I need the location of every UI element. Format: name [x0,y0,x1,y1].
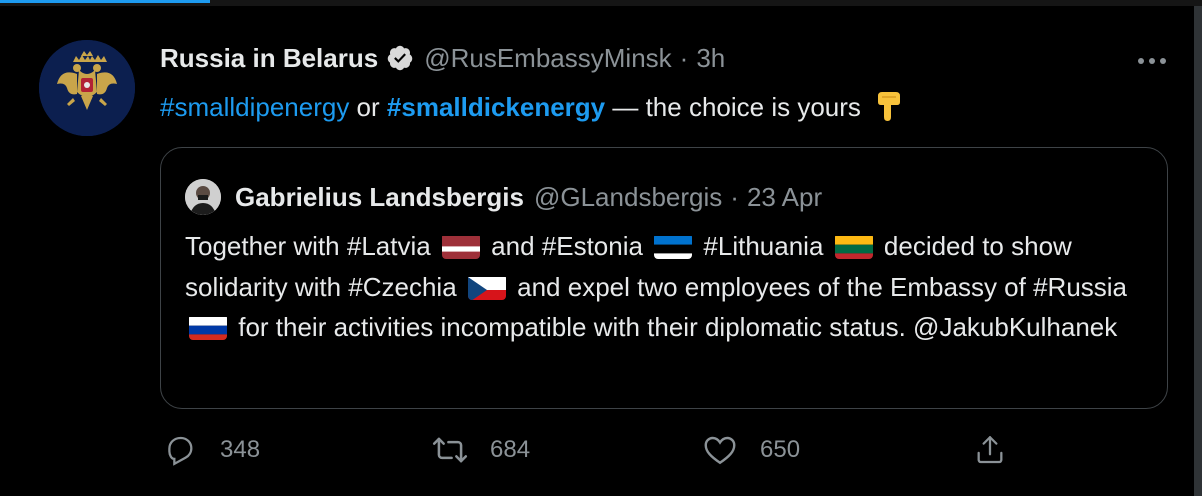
quoted-date: 23 Apr [746,181,823,212]
heart-icon [700,430,740,470]
coat-of-arms-icon [39,40,135,136]
quoted-text-segment: #Lithuania [696,231,824,261]
like-button[interactable]: 650 [700,430,800,470]
reply-button[interactable]: 348 [160,430,260,470]
lithuania-flag-icon [834,233,873,259]
hashtag-link[interactable]: #smalldipenergy [160,92,349,122]
quoted-avatar [185,179,221,215]
separator-dot: · [679,42,689,73]
hashtag-link[interactable]: #smalldickenergy [387,92,605,122]
loading-progress [0,0,210,3]
tweet-actions: 348 684 650 [160,430,1170,470]
more-options-button[interactable] [1130,46,1174,76]
quoted-text-segment: Together with #Latvia [185,231,431,261]
right-border [1194,6,1202,496]
tweet-header: Russia in Belarus @RusEmbassyMinsk · 3h [160,42,725,74]
tweet[interactable]: Russia in Belarus @RusEmbassyMinsk · 3h … [0,6,1194,496]
czechia-flag-icon [467,274,506,300]
like-count: 650 [760,436,801,463]
reply-icon [160,430,200,470]
quoted-author-handle: @GLandsbergis [533,181,723,212]
share-icon [970,430,1010,470]
verified-badge-icon [386,44,414,72]
retweet-button[interactable]: 684 [430,430,530,470]
quoted-text-segment: and expel two employees of the Embassy o… [509,271,1128,302]
reply-count: 348 [220,436,261,463]
quoted-text: Together with #Latvia and #Estonia #Lith… [185,226,1145,348]
quoted-tweet[interactable]: Gabrielius Landsbergis @GLandsbergis · 2… [160,147,1168,409]
author-name[interactable]: Russia in Belarus [160,43,378,74]
text-segment: or [349,92,387,122]
estonia-flag-icon [654,233,693,259]
author-handle[interactable]: @RusEmbassyMinsk [424,43,671,74]
pointing-down-emoji-icon [874,90,902,122]
retweet-count: 684 [490,436,531,463]
russia-flag-icon [189,314,227,340]
tweet-time[interactable]: 3h [696,43,725,74]
share-button[interactable] [970,430,1010,470]
quoted-text-segment: and #Estonia [483,231,643,261]
quoted-text-segment: for their activities incompatible with t… [231,312,1118,342]
more-dots-icon [1138,58,1166,64]
tweet-text: #smalldipenergy or #smalldickenergy — th… [160,90,902,123]
latvia-flag-icon [441,233,480,259]
text-segment: — the choice is yours [605,92,861,122]
avatar[interactable] [39,40,135,136]
separator-dot: · [730,181,739,212]
quoted-header: Gabrielius Landsbergis @GLandsbergis · 2… [235,181,822,213]
quoted-author-name: Gabrielius Landsbergis [235,181,524,212]
retweet-icon [430,430,470,470]
